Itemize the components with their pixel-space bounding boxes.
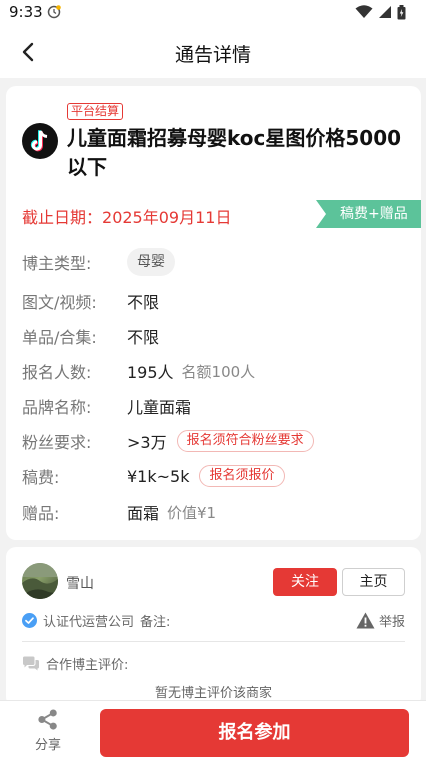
field-label: 博主类型: <box>22 254 92 273</box>
field-single: 单品/合集: 不限 <box>22 324 159 348</box>
clock-icon <box>47 5 61 19</box>
field-label: 稿费: <box>22 468 60 487</box>
divider <box>22 641 405 642</box>
field-value: 195人 <box>127 363 174 382</box>
deadline-date: 2025年09月11日 <box>102 208 232 227</box>
field-signups: 报名人数: 195人 名额100人 <box>22 359 255 383</box>
field-fee: 稿费: ¥1k~5k 报名须报价 <box>22 464 285 488</box>
remark-label: 备注: <box>140 614 171 630</box>
quota-text: 名额100人 <box>181 362 256 381</box>
field-brand: 品牌名称: 儿童面霜 <box>22 394 191 418</box>
share-label: 分享 <box>34 738 61 753</box>
page-title: 通告详情 <box>174 44 251 66</box>
avatar[interactable] <box>22 563 58 599</box>
status-time: 9:33 <box>9 3 43 21</box>
status-bar: 9:33 <box>0 0 426 26</box>
quote-required-tag: 报名须报价 <box>199 465 285 487</box>
signup-button[interactable]: 报名参加 <box>100 709 409 757</box>
field-label: 报名人数: <box>22 363 92 382</box>
merchant-name[interactable]: 雪山 <box>66 573 94 593</box>
field-label: 粉丝要求: <box>22 433 92 452</box>
review-header-label: 合作博主评价: <box>46 657 129 673</box>
share-icon <box>38 709 57 730</box>
follow-button[interactable]: 关注 <box>273 568 337 596</box>
deadline: 截止日期：2025年09月11日 <box>22 204 231 228</box>
verified-text: 认证代运营公司 <box>43 614 135 630</box>
reward-ribbon: 稿费+赠品 <box>316 200 421 228</box>
bottom-action-bar: 分享 报名参加 <box>0 700 426 758</box>
merchant-card: 雪山 关注 主页 认证代运营公司 备注: 举报 合作博主评价: 暂无博主评价该商… <box>6 547 421 707</box>
field-label: 品牌名称: <box>22 398 92 417</box>
review-empty-text: 暂无博主评价该商家 <box>154 686 272 701</box>
blogger-type-tag: 母婴 <box>127 248 175 276</box>
verification-row: 认证代运营公司 备注: <box>22 611 171 630</box>
field-value: >3万 <box>127 433 167 452</box>
nav-bar: 通告详情 <box>0 26 426 78</box>
field-value: ¥1k~5k <box>127 466 190 486</box>
field-value: 不限 <box>127 293 160 312</box>
chat-bubble-icon <box>23 656 39 670</box>
field-media: 图文/视频: 不限 <box>22 289 159 313</box>
fans-requirement-tag: 报名须符合粉丝要求 <box>176 430 314 452</box>
share-button[interactable]: 分享 <box>28 709 68 753</box>
field-fans: 粉丝要求: >3万 报名须符合粉丝要求 <box>22 429 314 453</box>
warning-icon <box>356 612 375 628</box>
report-button[interactable]: 举报 <box>356 611 405 630</box>
field-gift: 赠品: 面霜 价值¥1 <box>22 500 216 524</box>
field-label: 单品/合集: <box>22 328 97 347</box>
tiktok-logo-icon <box>22 123 58 159</box>
homepage-button[interactable]: 主页 <box>342 568 405 596</box>
field-value: 儿童面霜 <box>127 398 192 417</box>
field-label: 赠品: <box>22 504 60 523</box>
report-label: 举报 <box>378 614 405 630</box>
wifi-icon <box>355 5 373 18</box>
field-blogger-type: 博主类型: 母婴 <box>22 248 175 276</box>
field-label: 图文/视频: <box>22 293 97 312</box>
signal-icon <box>379 6 391 18</box>
field-value: 面霜 <box>127 504 160 523</box>
field-value: 不限 <box>127 328 160 347</box>
notice-card: 平台结算 儿童面霜招募母婴koc星图价格5000以下 截止日期：2025年09月… <box>6 86 421 540</box>
battery-icon <box>397 4 406 19</box>
review-header: 合作博主评价: <box>22 654 129 673</box>
verified-check-icon <box>22 612 37 628</box>
deadline-label: 截止日期： <box>22 208 103 227</box>
gift-value-text: 价值¥1 <box>167 503 217 522</box>
platform-settlement-badge: 平台结算 <box>67 103 124 120</box>
notice-title: 儿童面霜招募母婴koc星图价格5000以下 <box>67 126 402 179</box>
